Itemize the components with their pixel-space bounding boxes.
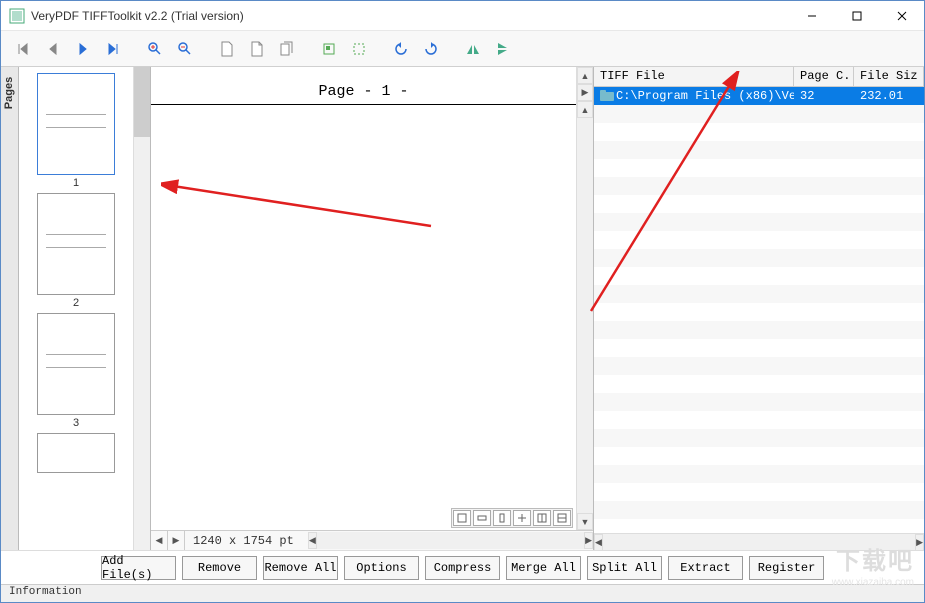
register-button[interactable]: Register bbox=[749, 556, 824, 580]
pages-tab[interactable]: Pages bbox=[1, 67, 19, 550]
add-files-button[interactable]: Add File(s) bbox=[101, 556, 176, 580]
page-thumbnail[interactable]: 1 bbox=[37, 73, 115, 189]
hscroll-right-far-button[interactable]: ▶ bbox=[168, 531, 185, 550]
copy-doc-button[interactable] bbox=[275, 37, 299, 61]
split-all-button[interactable]: Split All bbox=[587, 556, 662, 580]
pages-panel: Pages 1 2 3 bbox=[1, 67, 151, 550]
file-row-empty bbox=[594, 429, 924, 447]
crop-button[interactable] bbox=[317, 37, 341, 61]
file-row-empty bbox=[594, 447, 924, 465]
open-doc-button[interactable] bbox=[245, 37, 269, 61]
file-row-empty bbox=[594, 195, 924, 213]
col-header-size[interactable]: File Siz bbox=[854, 67, 924, 86]
file-hscroll-right[interactable]: ▶ bbox=[915, 534, 924, 550]
rotate-left-button[interactable] bbox=[389, 37, 413, 61]
button-bar: Add File(s) Remove Remove All Options Co… bbox=[1, 550, 924, 584]
preview-panel: Page - 1 - ▲ ▶ ▲ ▼ ◀ ▶ 1240 x 1754 pt ◀ … bbox=[151, 67, 594, 550]
file-row[interactable]: C:\Program Files (x86)\Ver...32232.01 bbox=[594, 87, 924, 105]
page-header: Page - 1 - bbox=[151, 79, 576, 105]
file-row-empty bbox=[594, 213, 924, 231]
prev-page-button[interactable] bbox=[41, 37, 65, 61]
merge-all-button[interactable]: Merge All bbox=[506, 556, 581, 580]
flip-horizontal-button[interactable] bbox=[461, 37, 485, 61]
file-row-empty bbox=[594, 159, 924, 177]
remove-button[interactable]: Remove bbox=[182, 556, 257, 580]
preview-hscrollbar[interactable]: ◀ ▶ bbox=[308, 532, 593, 549]
file-row-empty bbox=[594, 483, 924, 501]
col-header-pages[interactable]: Page C... bbox=[794, 67, 854, 86]
page-thumbnail[interactable]: 3 bbox=[37, 313, 115, 429]
thumbnail-label: 2 bbox=[73, 297, 79, 309]
file-row-empty bbox=[594, 123, 924, 141]
preview-canvas[interactable]: Page - 1 - bbox=[151, 67, 576, 530]
zoom-out-button[interactable] bbox=[173, 37, 197, 61]
file-row-empty bbox=[594, 393, 924, 411]
minimize-button[interactable] bbox=[789, 1, 834, 30]
file-row-empty bbox=[594, 321, 924, 339]
mini-toolbar bbox=[451, 508, 573, 528]
file-row-empty bbox=[594, 375, 924, 393]
scroll-down-button[interactable]: ▼ bbox=[577, 513, 593, 530]
page-dimensions: 1240 x 1754 pt bbox=[185, 534, 302, 548]
file-row-empty bbox=[594, 141, 924, 159]
file-row-empty bbox=[594, 411, 924, 429]
file-row-empty bbox=[594, 339, 924, 357]
file-row-empty bbox=[594, 177, 924, 195]
file-list[interactable]: C:\Program Files (x86)\Ver...32232.01 bbox=[594, 87, 924, 533]
scroll-up2-button[interactable]: ▶ bbox=[577, 84, 593, 101]
app-icon bbox=[9, 8, 25, 24]
file-row-empty bbox=[594, 105, 924, 123]
hscroll-left-button[interactable]: ◀ bbox=[308, 532, 317, 549]
pages-scrollbar[interactable] bbox=[133, 67, 150, 550]
mini-tool-5[interactable] bbox=[533, 510, 551, 526]
scroll-up3-button[interactable]: ▲ bbox=[577, 101, 593, 118]
extract-button[interactable]: Extract bbox=[668, 556, 743, 580]
thumbnail-label: 1 bbox=[73, 177, 79, 189]
file-list-header[interactable]: TIFF File Page C... File Siz bbox=[594, 67, 924, 87]
col-header-file[interactable]: TIFF File bbox=[594, 67, 794, 86]
file-row-empty bbox=[594, 249, 924, 267]
file-row-empty bbox=[594, 519, 924, 533]
scroll-up-button[interactable]: ▲ bbox=[577, 67, 593, 84]
flip-vertical-button[interactable] bbox=[491, 37, 515, 61]
last-page-button[interactable] bbox=[101, 37, 125, 61]
select-button[interactable] bbox=[347, 37, 371, 61]
new-doc-button[interactable] bbox=[215, 37, 239, 61]
rotate-right-button[interactable] bbox=[419, 37, 443, 61]
thumbnail-list[interactable]: 1 2 3 bbox=[19, 67, 133, 550]
file-hscrollbar[interactable]: ◀ ▶ bbox=[594, 533, 924, 550]
mini-tool-2[interactable] bbox=[473, 510, 491, 526]
file-panel: TIFF File Page C... File Siz C:\Program … bbox=[594, 67, 924, 550]
titlebar: VeryPDF TIFFToolkit v2.2 (Trial version) bbox=[1, 1, 924, 31]
close-button[interactable] bbox=[879, 1, 924, 30]
first-page-button[interactable] bbox=[11, 37, 35, 61]
toolbar bbox=[1, 31, 924, 67]
file-row-empty bbox=[594, 231, 924, 249]
file-hscroll-left[interactable]: ◀ bbox=[594, 534, 603, 550]
file-row-empty bbox=[594, 357, 924, 375]
compress-button[interactable]: Compress bbox=[425, 556, 500, 580]
file-row-empty bbox=[594, 285, 924, 303]
file-row-empty bbox=[594, 501, 924, 519]
file-row-empty bbox=[594, 267, 924, 285]
statusbar: Information bbox=[1, 584, 924, 602]
hscroll-left-far-button[interactable]: ◀ bbox=[151, 531, 168, 550]
mini-tool-1[interactable] bbox=[453, 510, 471, 526]
page-thumbnail[interactable]: 2 bbox=[37, 193, 115, 309]
window-title: VeryPDF TIFFToolkit v2.2 (Trial version) bbox=[31, 9, 789, 23]
page-thumbnail[interactable] bbox=[37, 433, 115, 473]
options-button[interactable]: Options bbox=[344, 556, 419, 580]
mini-tool-6[interactable] bbox=[553, 510, 571, 526]
preview-vscrollbar[interactable]: ▲ ▶ ▲ ▼ bbox=[576, 67, 593, 530]
hscroll-right-button[interactable]: ▶ bbox=[584, 532, 593, 549]
next-page-button[interactable] bbox=[71, 37, 95, 61]
thumbnail-label: 3 bbox=[73, 417, 79, 429]
maximize-button[interactable] bbox=[834, 1, 879, 30]
mini-tool-3[interactable] bbox=[493, 510, 511, 526]
file-row-empty bbox=[594, 303, 924, 321]
zoom-in-button[interactable] bbox=[143, 37, 167, 61]
mini-tool-4[interactable] bbox=[513, 510, 531, 526]
file-row-empty bbox=[594, 465, 924, 483]
remove-all-button[interactable]: Remove All bbox=[263, 556, 338, 580]
